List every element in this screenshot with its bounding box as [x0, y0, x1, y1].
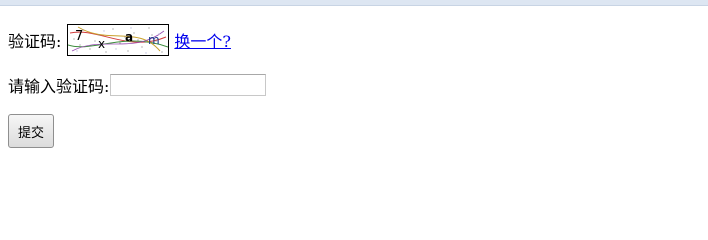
captcha-form: 验证码: 7 x a m 换一个? 请输入验证码: 提交: [8, 22, 267, 148]
captcha-image: 7 x a m: [67, 24, 170, 56]
captcha-char-4: m: [148, 33, 160, 47]
captcha-row: 验证码: 7 x a m 换一个?: [8, 22, 266, 58]
captcha-input[interactable]: [110, 74, 267, 96]
captcha-char-1: 7: [75, 29, 83, 44]
captcha-char-3: a: [125, 30, 133, 44]
captcha-graphic: 7 x a m: [68, 26, 169, 54]
captcha-input-label: 请输入验证码:: [8, 77, 110, 96]
captcha-input-row: 请输入验证码:: [8, 72, 267, 98]
submit-row: 提交: [8, 114, 266, 148]
captcha-label: 验证码:: [8, 32, 62, 51]
refresh-captcha-link[interactable]: 换一个?: [174, 28, 231, 52]
captcha-char-2: x: [98, 37, 105, 51]
submit-button[interactable]: 提交: [8, 114, 54, 148]
window-top-strip: [0, 0, 708, 6]
